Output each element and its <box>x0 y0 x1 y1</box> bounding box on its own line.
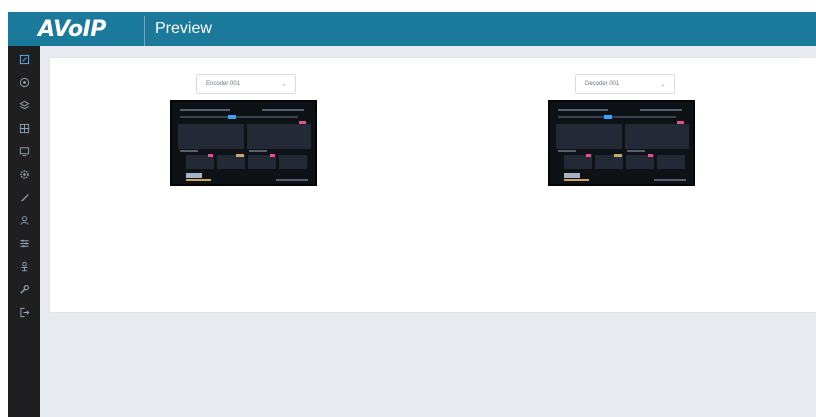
sidebar-item-logout[interactable] <box>8 303 40 321</box>
sidebar-item-monitor[interactable] <box>8 142 40 160</box>
sidebar-item-edit[interactable] <box>8 50 40 68</box>
monitor-icon <box>19 146 29 156</box>
sidebar-item-tool[interactable] <box>8 188 40 206</box>
encoder-preview[interactable] <box>170 100 317 186</box>
sidebar-item-layers[interactable] <box>8 96 40 114</box>
logout-icon <box>19 307 29 317</box>
encoder-select-value: Encoder 001 <box>206 81 241 87</box>
tool-icon <box>20 193 28 201</box>
decoder-select-value: Decoder 001 <box>585 81 620 87</box>
wrench-icon <box>19 284 29 294</box>
dashboard-icon <box>19 77 29 87</box>
display-icon <box>19 123 29 133</box>
header-bar: AVoIP Preview <box>8 12 816 46</box>
sidebar <box>8 46 40 417</box>
decoder-preview[interactable] <box>548 100 695 186</box>
chevron-down-icon: ⌄ <box>660 81 666 88</box>
preview-panel <box>50 58 816 312</box>
sliders-icon <box>19 239 29 247</box>
layers-icon <box>18 100 30 109</box>
users-icon <box>20 261 28 271</box>
sidebar-item-dashboard[interactable] <box>8 73 40 91</box>
edit-icon <box>19 54 29 64</box>
header-divider <box>144 16 145 46</box>
decoder-select[interactable]: Decoder 001 ⌄ <box>575 74 675 94</box>
encoder-select[interactable]: Encoder 001 ⌄ <box>196 74 296 94</box>
settings-icon <box>19 169 29 179</box>
sidebar-item-user[interactable] <box>8 211 40 229</box>
avoip-logo[interactable]: AVoIP <box>8 12 136 46</box>
sidebar-item-users[interactable] <box>8 257 40 275</box>
chevron-down-icon: ⌄ <box>281 81 287 88</box>
sidebar-item-settings[interactable] <box>8 165 40 183</box>
sidebar-item-display[interactable] <box>8 119 40 137</box>
sidebar-item-wrench[interactable] <box>8 280 40 298</box>
user-icon <box>19 215 29 225</box>
page-title: Preview <box>155 20 212 37</box>
sidebar-item-sliders[interactable] <box>8 234 40 252</box>
